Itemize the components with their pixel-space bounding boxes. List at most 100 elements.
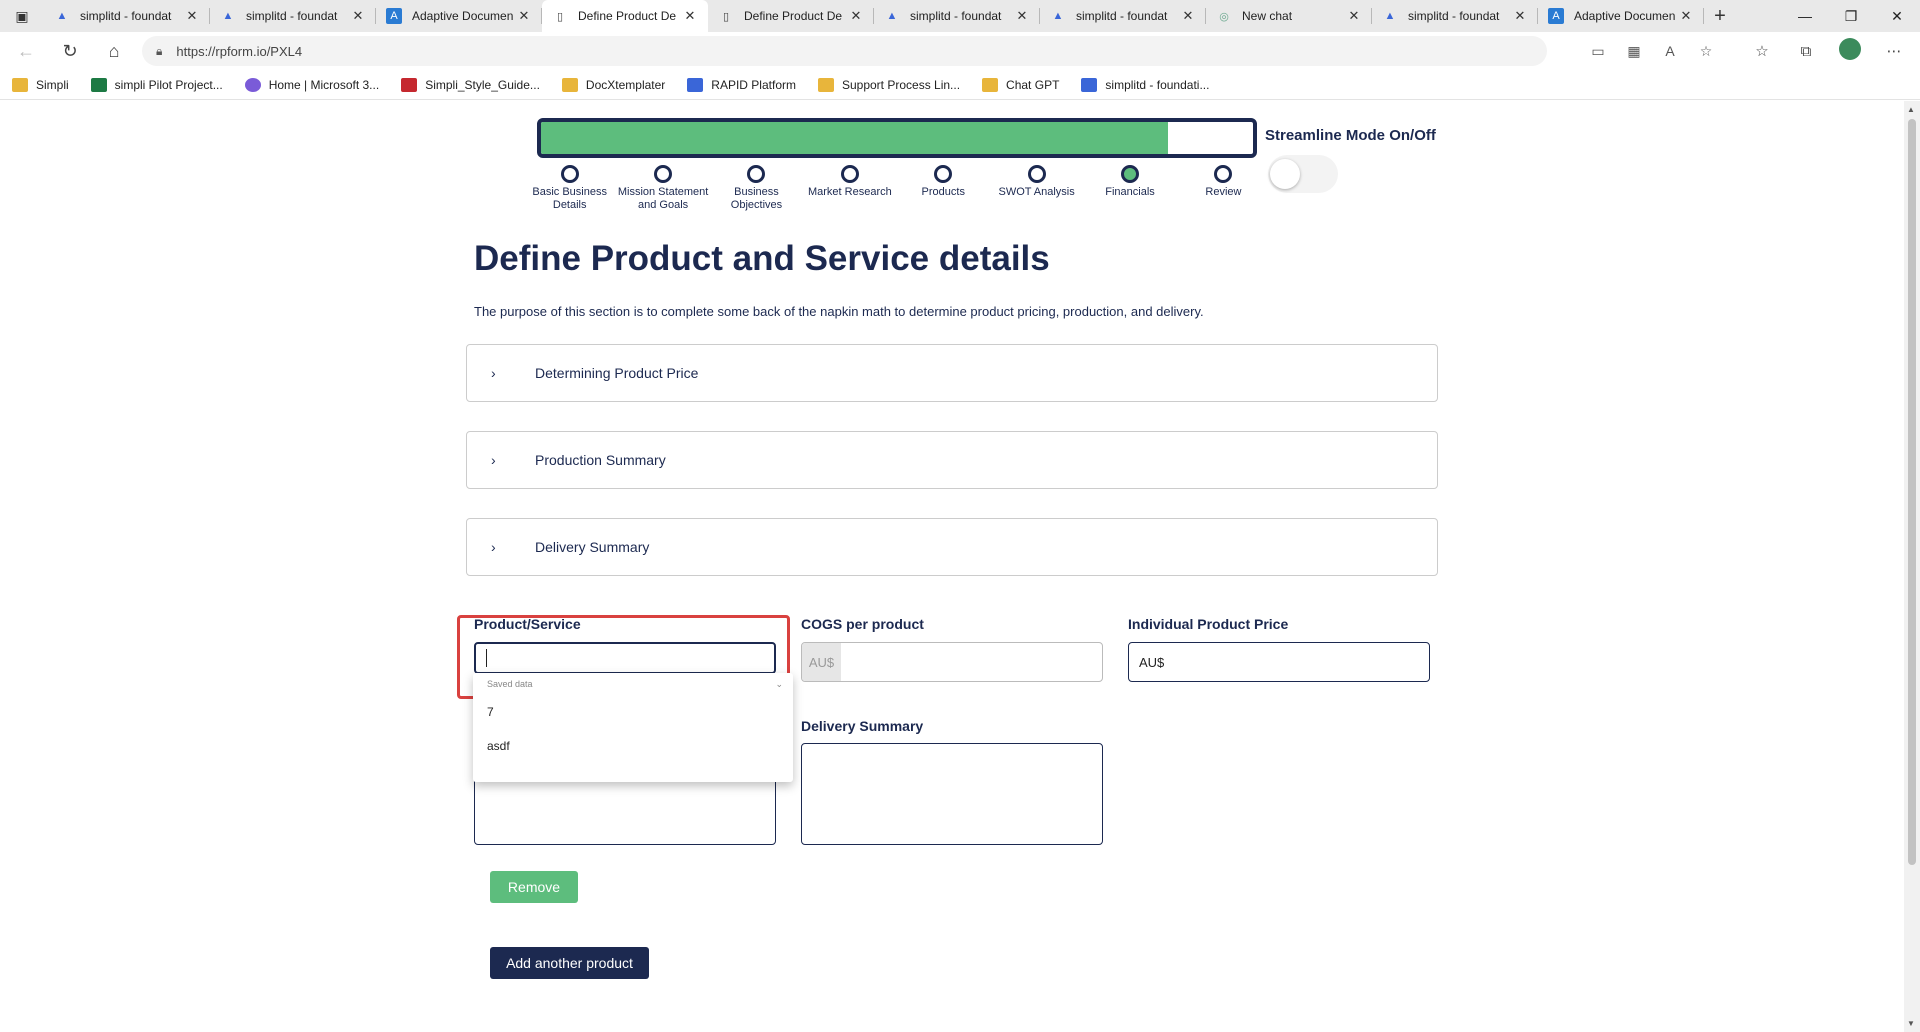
- bookmark-item[interactable]: Simpli: [12, 77, 69, 92]
- accordion-production-summary[interactable]: › Production Summary: [466, 431, 1438, 489]
- favorite-add-icon[interactable]: ☆: [1688, 43, 1724, 60]
- more-menu-icon[interactable]: ⋯: [1872, 42, 1916, 60]
- browser-tab[interactable]: ▯ Define Product De ✕: [542, 0, 708, 32]
- dropdown-item[interactable]: 7: [473, 695, 793, 729]
- accordion-determining-product-price[interactable]: › Determining Product Price: [466, 344, 1438, 402]
- pdf-icon: [401, 77, 418, 92]
- bookmark-label: simplitd - foundati...: [1105, 77, 1210, 92]
- close-window-icon[interactable]: ✕: [1874, 0, 1920, 32]
- bookmark-item[interactable]: DocXtemplater: [561, 77, 665, 92]
- accordion-delivery-summary[interactable]: › Delivery Summary: [466, 518, 1438, 576]
- profile-avatar[interactable]: [1828, 38, 1872, 64]
- bookmarks-bar: Simpli simpli Pilot Project... Home | Micr…: [0, 70, 1920, 100]
- browser-tab[interactable]: ▲ simplitd - foundat ✕: [44, 0, 210, 32]
- browser-tab[interactable]: A Adaptive Documen ✕: [376, 0, 542, 32]
- step-item[interactable]: Financials: [1083, 165, 1176, 235]
- close-tab-icon[interactable]: ✕: [1678, 8, 1694, 24]
- step-item[interactable]: Review: [1177, 165, 1270, 235]
- price-label: Individual Product Price: [1128, 616, 1289, 632]
- scrollbar-thumb[interactable]: [1908, 119, 1916, 865]
- tab-title: simplitd - foundat: [1076, 9, 1168, 23]
- page-icon: ▯: [722, 10, 730, 23]
- bookmark-item[interactable]: simpli Pilot Project...: [90, 77, 223, 92]
- step-dot[interactable]: [1214, 165, 1233, 183]
- browser-tab[interactable]: ▲ simplitd - foundat ✕: [1372, 0, 1538, 32]
- home-icon[interactable]: ⌂: [96, 33, 132, 69]
- add-another-product-button[interactable]: Add another product: [490, 947, 649, 979]
- close-tab-icon[interactable]: ✕: [516, 8, 532, 24]
- close-tab-icon[interactable]: ✕: [1512, 8, 1528, 24]
- tab-actions-menu-icon[interactable]: ▣: [0, 0, 44, 32]
- browser-tab[interactable]: A Adaptive Documen ✕: [1538, 0, 1704, 32]
- step-dot[interactable]: [1027, 165, 1046, 183]
- scroll-up-icon[interactable]: ▲: [1907, 105, 1915, 114]
- folder-icon: [561, 77, 578, 92]
- step-dot[interactable]: [840, 165, 859, 183]
- close-tab-icon[interactable]: ✕: [350, 8, 366, 24]
- page-scrollbar[interactable]: ▲ ▼: [1904, 101, 1920, 1032]
- folder-icon: [817, 77, 834, 92]
- close-tab-icon[interactable]: ✕: [848, 8, 864, 24]
- minimize-icon[interactable]: —: [1782, 0, 1828, 32]
- restore-icon[interactable]: ❐: [1828, 0, 1874, 32]
- step-dot[interactable]: [654, 165, 673, 183]
- cogs-input[interactable]: AU$: [801, 642, 1103, 682]
- step-item[interactable]: Basic Business Details: [523, 165, 616, 235]
- step-item[interactable]: Products: [897, 165, 990, 235]
- step-item[interactable]: Market Research: [803, 165, 896, 235]
- toggle-knob[interactable]: [1270, 159, 1300, 189]
- browser-tab[interactable]: ▲ simplitd - foundat ✕: [1040, 0, 1206, 32]
- chevron-down-icon[interactable]: ⌄: [775, 679, 783, 690]
- bookmark-item[interactable]: RAPID Platform: [687, 77, 796, 92]
- lock-icon[interactable]: 🔒︎: [156, 44, 162, 59]
- delivery-summary-textarea[interactable]: [801, 743, 1103, 845]
- step-dot[interactable]: [934, 165, 953, 183]
- refresh-icon[interactable]: ↻: [52, 33, 88, 69]
- remove-button[interactable]: Remove: [490, 871, 578, 903]
- step-dot[interactable]: [747, 165, 766, 183]
- browser-tab[interactable]: ◎ New chat ✕: [1206, 0, 1372, 32]
- scroll-down-icon[interactable]: ▼: [1907, 1019, 1915, 1028]
- browser-tab[interactable]: ▲ simplitd - foundat ✕: [210, 0, 376, 32]
- app-available-icon[interactable]: ▭: [1580, 43, 1616, 60]
- price-input[interactable]: AU$: [1128, 642, 1430, 682]
- url-field[interactable]: 🔒︎ https://rpform.io/PXL4: [142, 36, 1547, 66]
- new-tab-button[interactable]: +: [1704, 0, 1736, 32]
- close-tab-icon[interactable]: ✕: [1014, 8, 1030, 24]
- address-bar: ← ↻ ⌂ 🔒︎ https://rpform.io/PXL4 ▭ ▦ A ☆ …: [0, 32, 1920, 70]
- close-tab-icon[interactable]: ✕: [682, 8, 698, 24]
- qr-icon[interactable]: ▦: [1616, 43, 1652, 60]
- step-item[interactable]: SWOT Analysis: [990, 165, 1083, 235]
- favorites-icon[interactable]: ☆: [1740, 42, 1784, 60]
- step-label: Market Research: [807, 186, 892, 198]
- azure-icon: ▲: [222, 10, 234, 22]
- dropdown-header-label: Saved data: [487, 679, 533, 689]
- browser-tab[interactable]: ▲ simplitd - foundat ✕: [874, 0, 1040, 32]
- bookmark-item[interactable]: Chat GPT: [982, 77, 1059, 92]
- bookmark-item[interactable]: Simpli_Style_Guide...: [401, 77, 540, 92]
- back-icon[interactable]: ←: [8, 33, 44, 69]
- bookmark-label: Support Process Lin...: [841, 77, 961, 92]
- streamline-toggle[interactable]: [1268, 155, 1338, 193]
- read-aloud-icon[interactable]: A: [1652, 43, 1688, 59]
- close-tab-icon[interactable]: ✕: [1346, 8, 1362, 24]
- bookmark-item[interactable]: Support Process Lin...: [817, 77, 961, 92]
- step-item[interactable]: Business Objectives: [710, 165, 803, 235]
- tab-title: Define Product De: [578, 9, 677, 23]
- close-tab-icon[interactable]: ✕: [1180, 8, 1196, 24]
- close-tab-icon[interactable]: ✕: [184, 8, 200, 24]
- dropdown-header: Saved data ⌄: [473, 673, 793, 695]
- collections-icon[interactable]: ⧉: [1784, 43, 1828, 60]
- bookmark-item[interactable]: simplitd - foundati...: [1081, 77, 1210, 92]
- bookmark-label: simpli Pilot Project...: [114, 77, 223, 92]
- chevron-right-icon: ›: [491, 452, 496, 468]
- dropdown-item[interactable]: asdf: [473, 729, 793, 763]
- azure-icon: ▲: [1384, 10, 1396, 22]
- step-dot[interactable]: [560, 165, 579, 183]
- bookmark-item[interactable]: Home | Microsoft 3...: [244, 77, 379, 92]
- progress-bar: [537, 118, 1257, 158]
- step-item[interactable]: Mission Statement and Goals: [616, 165, 709, 235]
- step-label: Mission Statement and Goals: [617, 186, 709, 211]
- step-dot[interactable]: [1121, 165, 1140, 183]
- browser-tab[interactable]: ▯ Define Product De ✕: [708, 0, 874, 32]
